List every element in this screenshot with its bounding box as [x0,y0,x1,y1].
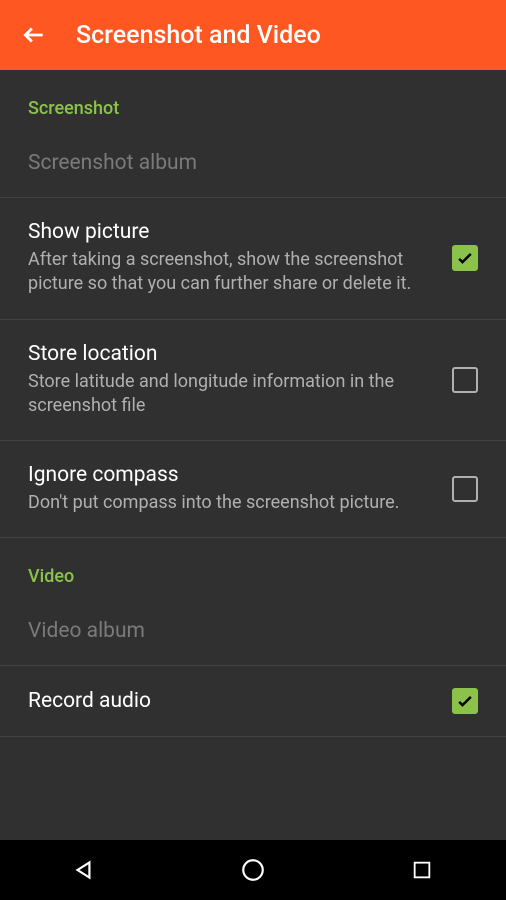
record-audio-item[interactable]: Record audio [0,666,506,736]
show-picture-title: Show picture [28,220,432,244]
section-header-screenshot: Screenshot [0,70,506,129]
video-album-item[interactable]: Video album [0,597,506,665]
record-audio-title: Record audio [28,689,432,713]
back-button[interactable] [20,21,48,49]
nav-back-button[interactable] [64,850,104,890]
show-picture-checkbox[interactable] [452,245,478,271]
nav-recents-button[interactable] [402,850,442,890]
ignore-compass-desc: Don't put compass into the screenshot pi… [28,491,432,515]
ignore-compass-item[interactable]: Ignore compass Don't put compass into th… [0,441,506,537]
circle-home-icon [240,857,266,883]
section-header-video: Video [0,538,506,597]
record-audio-checkbox[interactable] [452,688,478,714]
nav-home-button[interactable] [233,850,273,890]
show-picture-item[interactable]: Show picture After taking a screenshot, … [0,198,506,319]
back-arrow-icon [21,22,47,48]
divider [0,736,506,737]
page-title: Screenshot and Video [76,21,321,50]
screenshot-album-item[interactable]: Screenshot album [0,129,506,197]
store-location-title: Store location [28,342,432,366]
store-location-item[interactable]: Store location Store latitude and longit… [0,320,506,441]
show-picture-desc: After taking a screenshot, show the scre… [28,248,432,297]
triangle-back-icon [71,857,97,883]
checkmark-icon [455,691,475,711]
square-recents-icon [411,859,433,881]
screenshot-album-title: Screenshot album [28,151,458,175]
ignore-compass-checkbox[interactable] [452,476,478,502]
settings-screen: Screenshot and Video Screenshot Screensh… [0,0,506,900]
ignore-compass-title: Ignore compass [28,463,432,487]
video-album-title: Video album [28,619,458,643]
store-location-checkbox[interactable] [452,367,478,393]
checkmark-icon [455,248,475,268]
content-area: Screenshot Screenshot album Show picture… [0,70,506,840]
app-bar: Screenshot and Video [0,0,506,70]
store-location-desc: Store latitude and longitude information… [28,370,432,419]
system-navbar [0,840,506,900]
